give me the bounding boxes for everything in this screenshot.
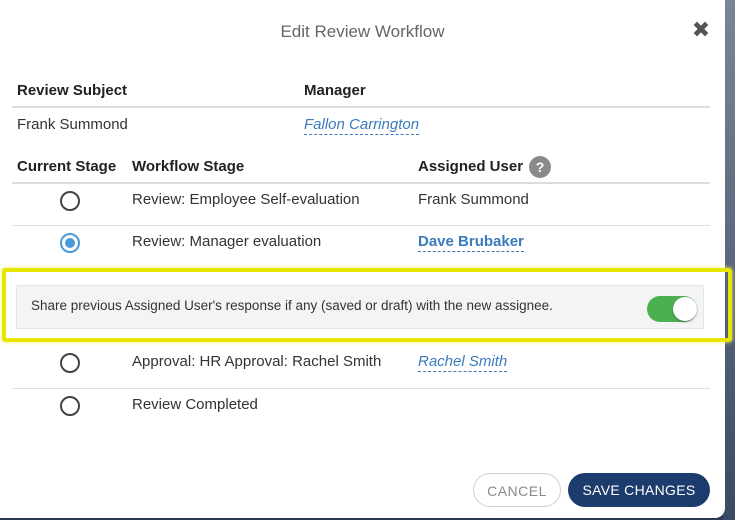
assigned-user-header: Assigned User	[418, 158, 524, 175]
assigned-user-link[interactable]: Dave Brubaker	[418, 233, 524, 252]
header-divider	[12, 106, 710, 108]
assigned-user-value: Frank Summond	[418, 191, 529, 208]
review-subject-value: Frank Summond	[17, 116, 128, 133]
workflow-stage-label: Review Completed	[132, 396, 258, 413]
edit-review-workflow-dialog: Edit Review Workflow ✖ Review Subject Ma…	[0, 0, 732, 518]
workflow-stage-label: Review: Employee Self-evaluation	[132, 191, 360, 208]
header-divider	[12, 182, 710, 184]
workflow-stage-header: Workflow Stage	[132, 158, 245, 175]
workflow-stage-label: Approval: HR Approval: Rachel Smith	[132, 353, 382, 370]
highlight-frame	[2, 268, 732, 342]
row-divider	[12, 225, 710, 226]
dialog-title: Edit Review Workflow	[280, 22, 445, 41]
stage-radio-manager-evaluation[interactable]	[60, 233, 80, 253]
review-subject-header: Review Subject	[17, 82, 128, 99]
current-stage-header: Current Stage	[17, 158, 117, 175]
assigned-user-link[interactable]: Rachel Smith	[418, 353, 508, 372]
workflow-stage-label: Review: Manager evaluation	[132, 233, 322, 250]
stage-radio-hr-approval[interactable]	[60, 353, 80, 373]
save-changes-button[interactable]: SAVE CHANGES	[568, 473, 710, 507]
close-icon[interactable]: ✖	[690, 19, 712, 41]
cancel-button[interactable]: CANCEL	[473, 473, 561, 507]
help-icon[interactable]: ?	[529, 156, 551, 178]
manager-link[interactable]: Fallon Carrington	[304, 116, 420, 135]
stage-radio-review-completed[interactable]	[60, 396, 80, 416]
row-divider	[12, 388, 710, 389]
stage-radio-self-evaluation[interactable]	[60, 191, 80, 211]
manager-header: Manager	[304, 82, 366, 99]
